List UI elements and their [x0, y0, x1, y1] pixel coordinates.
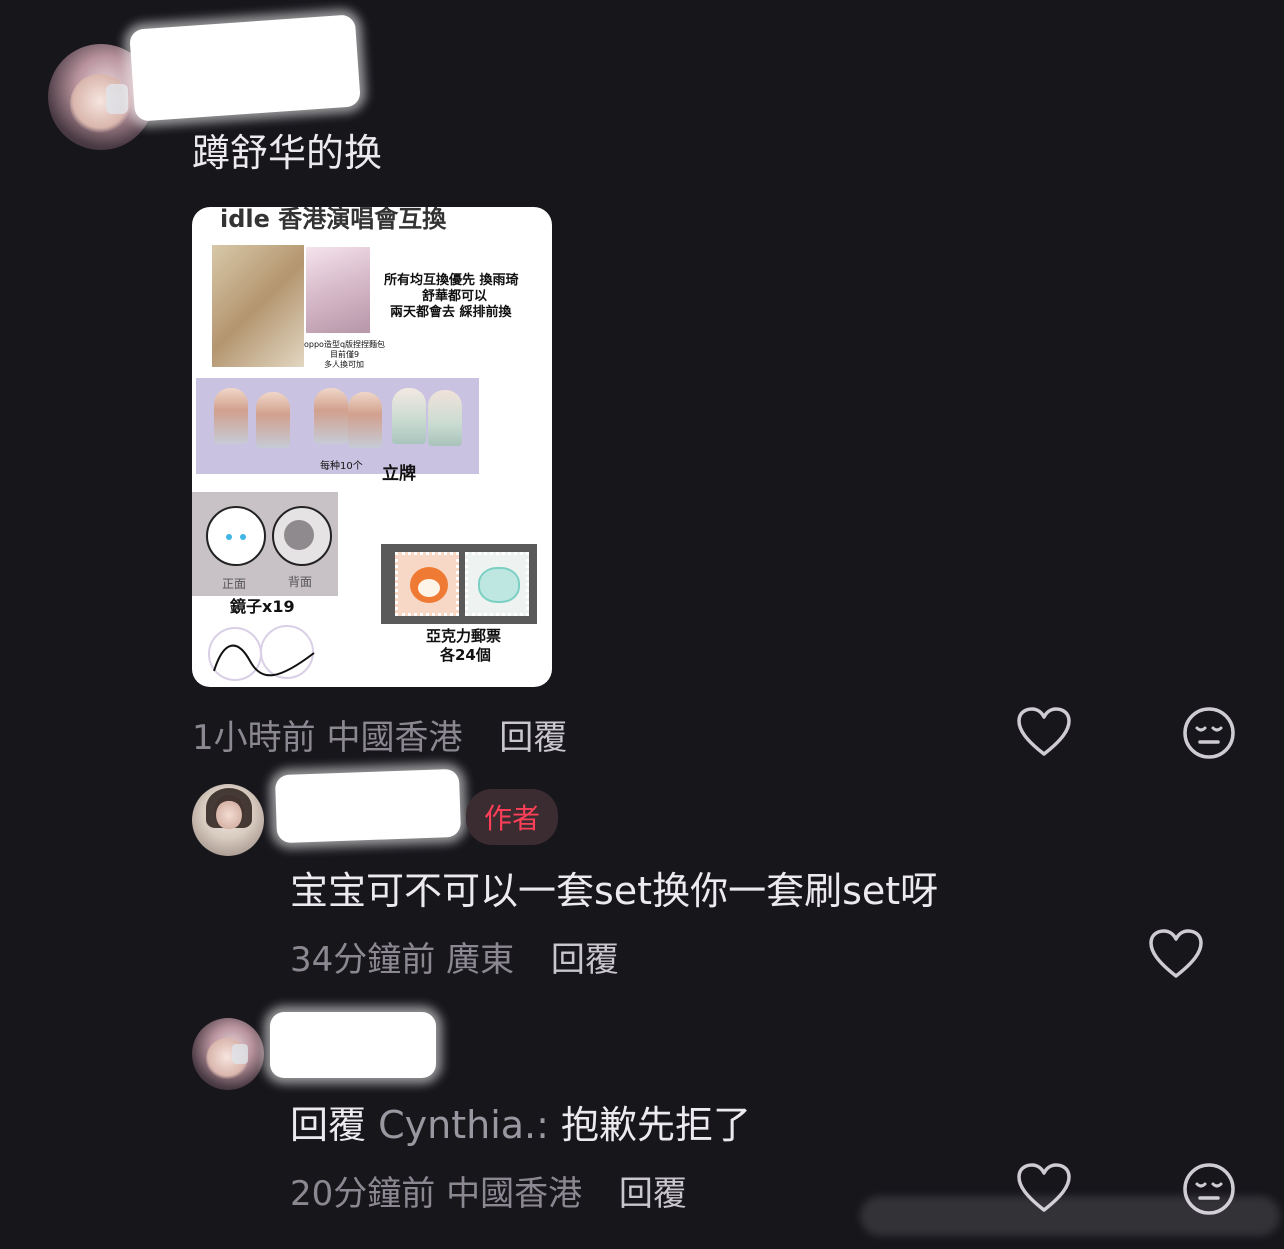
comment-meta: 34分鐘前 廣東 回覆 — [290, 932, 619, 981]
comment-location: 中國香港 — [446, 1174, 583, 1214]
heart-icon[interactable] — [1148, 928, 1204, 980]
reply-button[interactable]: 回覆 — [619, 1174, 687, 1214]
watermark-overlay — [860, 1196, 1280, 1236]
reply-button[interactable]: 回覆 — [551, 940, 619, 980]
heart-icon[interactable] — [1016, 706, 1072, 758]
member-photo — [306, 247, 370, 333]
comment-text: 蹲舒华的换 — [192, 131, 383, 175]
standee-label: 立牌 — [382, 464, 416, 484]
mirror-label: 鏡子x19 — [230, 597, 295, 616]
comment-meta: 1小時前 中國香港 回覆 — [192, 710, 567, 759]
scribble-mark — [213, 644, 315, 677]
redacted-username — [270, 1012, 436, 1078]
reply-button[interactable]: 回覆 — [499, 718, 567, 758]
mirror-photo — [192, 492, 338, 596]
comment-location: 廣東 — [446, 940, 515, 980]
mirror-front-label: 正面 — [222, 577, 247, 591]
reply-body: 抱歉先拒了 — [561, 1103, 752, 1147]
author-avatar[interactable] — [192, 784, 264, 856]
standee-count: 每种10个 — [320, 461, 363, 472]
author-badge: 作者 — [466, 789, 559, 845]
bread-caption: 多人換可加 — [324, 360, 364, 369]
reply-to-username[interactable]: Cynthia.: — [378, 1103, 549, 1147]
meh-face-icon[interactable] — [1182, 706, 1236, 760]
redacted-username — [274, 768, 462, 844]
commenter-avatar[interactable] — [192, 1018, 264, 1090]
comment-text: 宝宝可不可以一套set换你一套刷set呀 — [290, 869, 939, 913]
comment-time: 34分鐘前 — [290, 940, 436, 980]
comment-meta: 20分鐘前 中國香港 回覆 — [290, 1166, 687, 1215]
note-line: 兩天都會去 綵排前換 — [390, 305, 512, 320]
reply-prefix: 回覆 — [290, 1103, 367, 1147]
comment-time: 1小時前 — [192, 718, 316, 758]
image-title: idle 香港演唱會互換 — [220, 207, 447, 233]
stamp-photo — [381, 544, 537, 624]
comment-location: 中國香港 — [326, 718, 463, 758]
mirror-back-label: 背面 — [288, 575, 313, 589]
comment-image-attachment[interactable]: idle 香港演唱會互換 所有均互換優先 換雨琦 舒華都可以 兩天都會去 綵排前… — [192, 207, 552, 687]
comment-time: 20分鐘前 — [290, 1174, 436, 1214]
stamp-label: 亞克力郵票 — [426, 627, 502, 645]
stamp-count: 各24個 — [440, 646, 491, 664]
bread-photo — [212, 245, 304, 367]
redacted-username — [129, 14, 361, 122]
comment-text: 回覆 Cynthia.: 抱歉先拒了 — [290, 1094, 751, 1149]
